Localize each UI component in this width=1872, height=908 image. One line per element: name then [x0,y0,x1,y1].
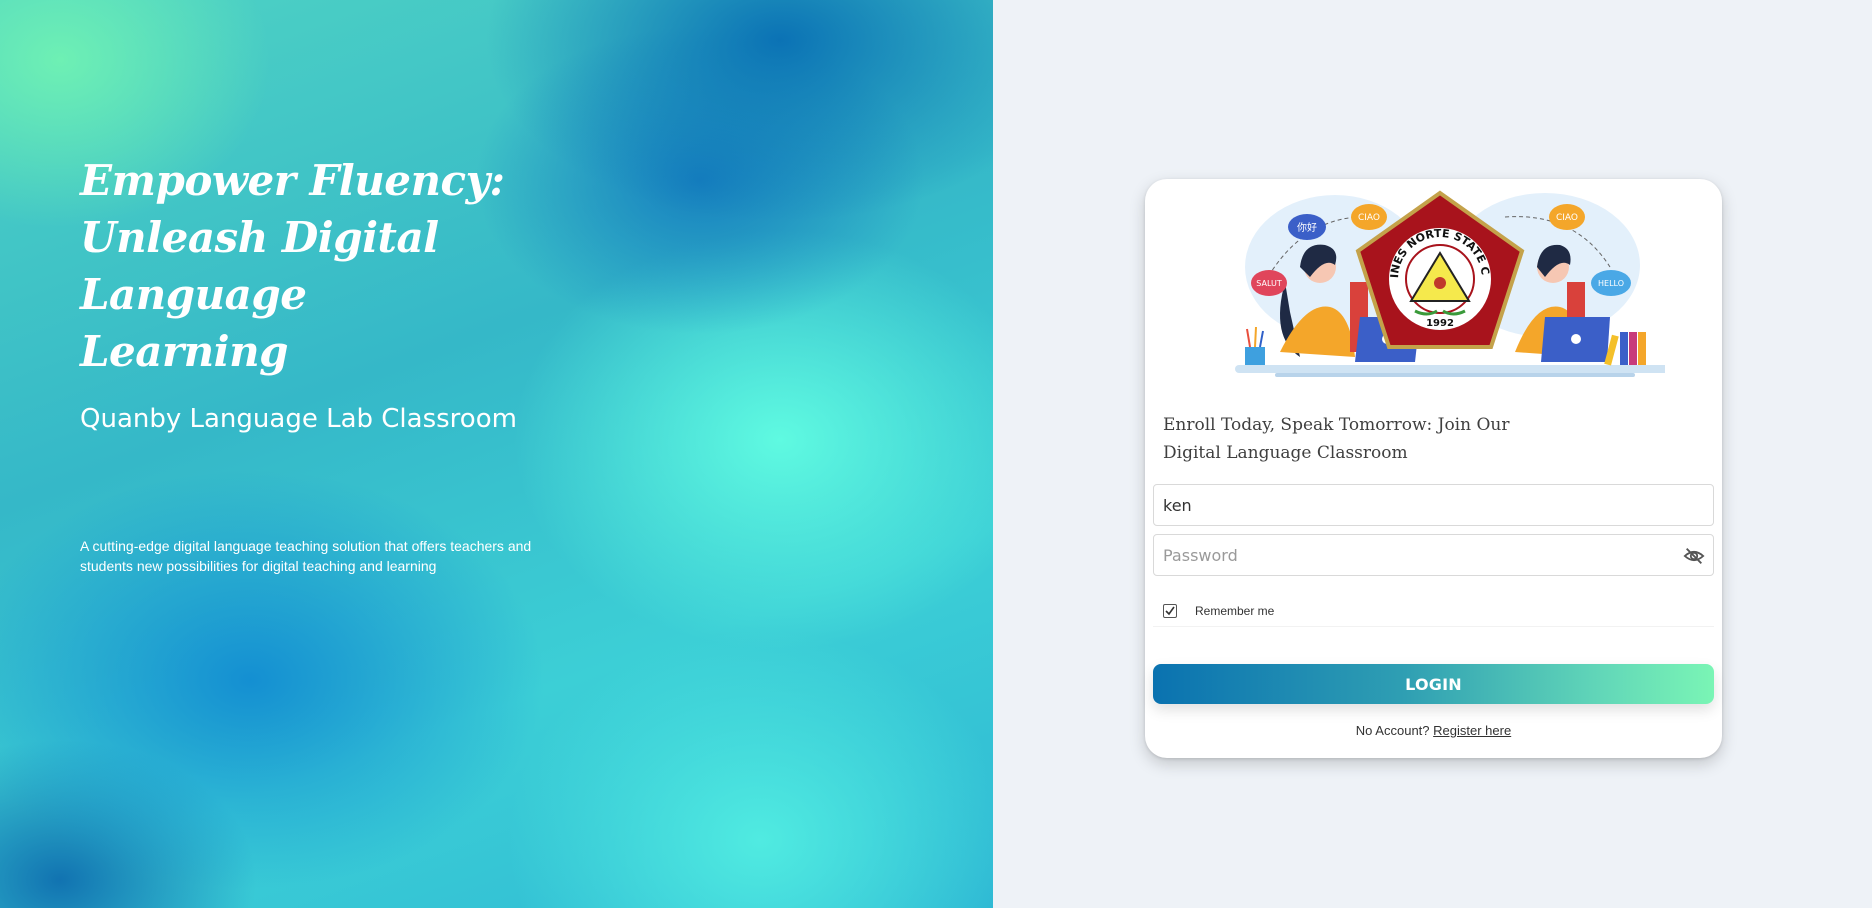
eye-off-icon[interactable] [1683,545,1705,567]
hero-subtitle: Quanby Language Lab Classroom [80,404,517,434]
remember-checkbox[interactable] [1163,604,1177,618]
divider [1153,626,1714,627]
bubble-text-3: SALUT [1256,279,1282,288]
hero-title-line-1: Empower Fluency: [80,156,505,205]
password-input[interactable] [1154,535,1713,575]
hero-title-line-2: Unleash Digital Language [80,213,439,319]
login-button[interactable]: LOGIN [1153,664,1714,704]
login-card: 你好 CIAO SALUT CIAO HELLO CAMARINES NORTE… [1145,179,1722,758]
bubble-text-2: CIAO [1358,213,1380,223]
remember-me[interactable]: Remember me [1163,604,1274,618]
hero-description: A cutting-edge digital language teaching… [80,538,532,574]
language-lab-illustration: 你好 CIAO SALUT CIAO HELLO CAMARINES NORTE… [1215,187,1665,377]
register-link[interactable]: Register here [1433,723,1511,738]
bubble-text-5: HELLO [1598,279,1624,288]
card-tagline: Enroll Today, Speak Tomorrow: Join Our D… [1163,411,1523,467]
username-field[interactable] [1153,484,1714,526]
card-tagline-line-2: Digital Language Classroom [1163,443,1408,463]
hero-title: Empower Fluency: Unleash Digital Languag… [80,152,640,380]
hero-title-line-3: Learning [80,327,289,376]
remember-label: Remember me [1195,604,1275,618]
bubble-text-1: 你好 [1297,221,1317,234]
username-input[interactable] [1154,485,1713,525]
hero-panel: Empower Fluency: Unleash Digital Languag… [0,0,993,908]
logo-year: 1992 [1426,318,1454,329]
card-tagline-line-1: Enroll Today, Speak Tomorrow: Join Our [1163,415,1510,435]
no-account-text: No Account? [1355,723,1430,738]
password-field[interactable] [1153,534,1714,576]
bubble-text-4: CIAO [1556,213,1578,223]
register-prompt: No Account? Register here [1145,723,1722,738]
check-icon [1165,606,1175,616]
